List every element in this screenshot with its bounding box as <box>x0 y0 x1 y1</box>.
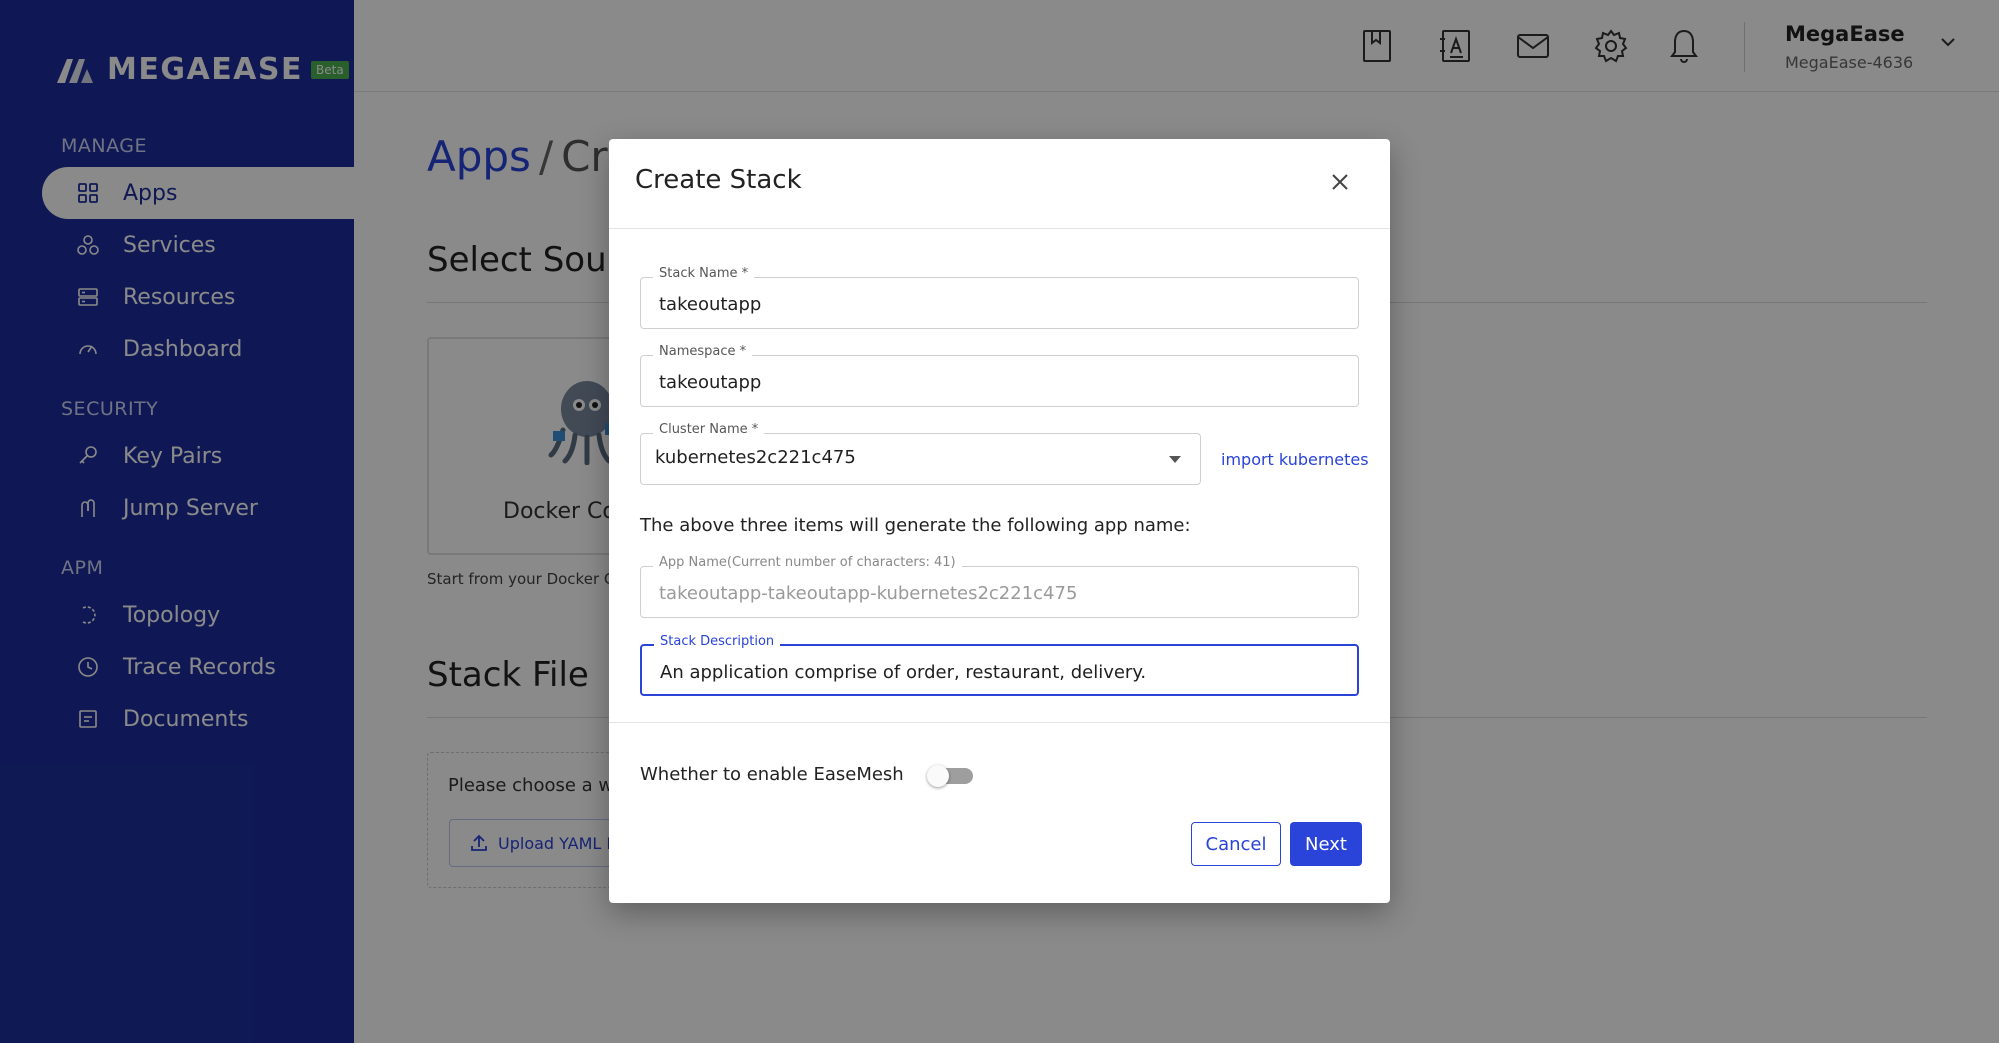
next-button[interactable]: Next <box>1290 822 1362 866</box>
caret-down-icon <box>1169 456 1181 463</box>
stack-description-label: Stack Description <box>654 634 781 649</box>
stack-name-field[interactable]: Stack Name * <box>640 266 1359 329</box>
stack-name-label: Stack Name * <box>653 266 755 281</box>
cluster-name-value: kubernetes2c221c475 <box>655 447 856 468</box>
toggle-knob <box>927 765 949 787</box>
import-kubernetes-link[interactable]: import kubernetes <box>1221 450 1369 469</box>
app-name-label: App Name(Current number of characters: 4… <box>653 555 962 570</box>
dialog-header-divider <box>609 228 1390 229</box>
stack-description-input[interactable] <box>660 658 1340 686</box>
cancel-button[interactable]: Cancel <box>1191 822 1281 866</box>
generate-note: The above three items will generate the … <box>640 515 1191 536</box>
cluster-name-select[interactable]: Cluster Name * kubernetes2c221c475 <box>640 422 1201 485</box>
namespace-field[interactable]: Namespace * <box>640 344 1359 407</box>
app-name-input <box>659 579 1339 607</box>
stack-name-input[interactable] <box>659 290 1339 318</box>
close-icon[interactable] <box>1327 169 1353 195</box>
dialog-title: Create Stack <box>635 165 802 195</box>
namespace-input[interactable] <box>659 368 1339 396</box>
dialog-body-divider <box>609 722 1390 723</box>
stack-description-field[interactable]: Stack Description <box>640 634 1359 696</box>
create-stack-dialog: Create Stack Stack Name * Namespace * Cl… <box>609 139 1390 903</box>
easemesh-toggle[interactable] <box>927 765 975 787</box>
app-name-field: App Name(Current number of characters: 4… <box>640 555 1359 618</box>
easemesh-label: Whether to enable EaseMesh <box>640 764 904 785</box>
cluster-name-label: Cluster Name * <box>653 422 765 437</box>
namespace-label: Namespace * <box>653 344 753 359</box>
